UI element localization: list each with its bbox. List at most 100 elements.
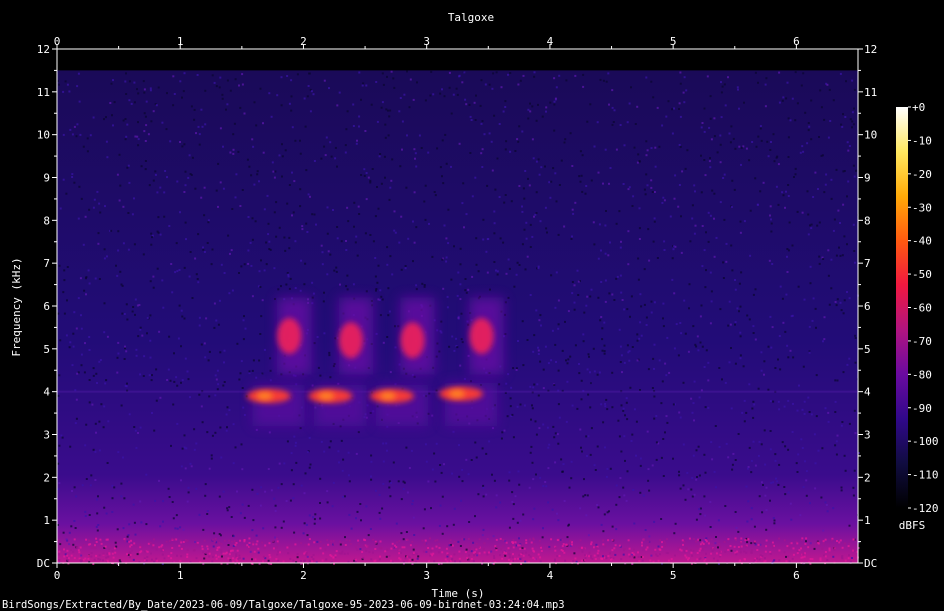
noise-dot bbox=[851, 79, 854, 82]
noise-dot bbox=[757, 454, 760, 457]
noise-dot bbox=[267, 233, 270, 236]
noise-dot bbox=[539, 360, 542, 363]
noise-dot bbox=[262, 151, 265, 154]
noise-dot bbox=[561, 549, 564, 552]
noise-dot bbox=[127, 164, 130, 167]
noise-dot bbox=[833, 218, 836, 221]
noise-dot bbox=[648, 489, 651, 492]
noise-dot bbox=[312, 516, 314, 519]
noise-dot bbox=[512, 553, 514, 556]
noise-dot bbox=[329, 376, 332, 379]
noise-dot bbox=[824, 551, 827, 553]
noise-dot bbox=[678, 144, 681, 146]
noise-dot bbox=[198, 513, 201, 516]
noise-dot bbox=[597, 296, 600, 299]
noise-dot bbox=[449, 539, 452, 542]
noise-dot bbox=[190, 105, 193, 108]
noise-dot bbox=[704, 546, 707, 548]
noise-dot bbox=[294, 441, 297, 444]
noise-dot bbox=[328, 354, 331, 357]
noise-dot bbox=[284, 149, 287, 152]
noise-dot bbox=[548, 545, 551, 548]
noise-dot bbox=[493, 555, 495, 558]
noise-dot bbox=[88, 514, 91, 516]
noise-dot bbox=[713, 117, 716, 120]
noise-dot bbox=[124, 138, 127, 141]
noise-dot bbox=[175, 538, 178, 541]
noise-dot bbox=[666, 336, 669, 339]
noise-dot bbox=[747, 500, 750, 503]
noise-dot bbox=[203, 186, 206, 189]
noise-dot bbox=[703, 453, 706, 456]
noise-dot bbox=[841, 546, 844, 549]
noise-dot bbox=[118, 199, 121, 202]
noise-dot bbox=[690, 488, 693, 491]
noise-dot bbox=[658, 145, 661, 148]
noise-dot bbox=[413, 191, 416, 194]
noise-dot bbox=[739, 559, 741, 562]
noise-dot bbox=[90, 474, 93, 477]
noise-dot bbox=[85, 423, 88, 426]
noise-dot bbox=[627, 263, 630, 266]
noise-dot bbox=[231, 540, 233, 543]
noise-dot bbox=[707, 240, 710, 243]
noise-dot bbox=[654, 548, 657, 551]
noise-dot bbox=[98, 554, 101, 557]
noise-dot bbox=[161, 279, 164, 282]
noise-dot bbox=[647, 368, 650, 371]
noise-dot bbox=[292, 483, 295, 486]
noise-dot bbox=[588, 355, 590, 358]
noise-dot bbox=[358, 71, 361, 74]
noise-dot bbox=[836, 434, 839, 437]
noise-dot bbox=[510, 545, 513, 548]
noise-dot bbox=[585, 435, 588, 438]
file-path-footer: BirdSongs/Extracted/By_Date/2023-06-09/T… bbox=[2, 599, 565, 611]
noise-dot bbox=[345, 240, 347, 242]
noise-dot bbox=[491, 473, 493, 476]
noise-dot bbox=[566, 362, 569, 365]
noise-dot bbox=[104, 545, 107, 548]
noise-dot bbox=[815, 415, 818, 418]
noise-dot bbox=[629, 386, 632, 389]
noise-dot bbox=[376, 281, 379, 284]
noise-dot bbox=[775, 477, 777, 480]
noise-dot bbox=[438, 546, 441, 549]
noise-dot bbox=[769, 400, 772, 403]
noise-dot bbox=[461, 480, 464, 483]
noise-dot bbox=[596, 504, 599, 506]
noise-dot bbox=[463, 377, 466, 380]
noise-dot bbox=[772, 400, 775, 403]
noise-dot bbox=[167, 555, 170, 558]
noise-dot bbox=[477, 270, 480, 273]
noise-dot bbox=[853, 469, 856, 472]
noise-dot bbox=[187, 176, 190, 179]
noise-dot bbox=[252, 519, 255, 522]
noise-dot bbox=[593, 243, 596, 246]
noise-dot bbox=[118, 153, 121, 156]
noise-dot bbox=[737, 433, 740, 435]
noise-dot bbox=[332, 365, 335, 368]
noise-dot bbox=[131, 310, 134, 313]
noise-dot bbox=[114, 551, 117, 554]
noise-dot bbox=[537, 394, 540, 397]
noise-dot bbox=[290, 469, 293, 472]
noise-dot bbox=[508, 552, 511, 555]
noise-dot bbox=[390, 179, 393, 182]
noise-dot bbox=[812, 297, 815, 300]
noise-dot bbox=[750, 551, 753, 554]
noise-dot bbox=[756, 549, 759, 551]
noise-dot bbox=[705, 552, 707, 555]
noise-dot bbox=[455, 87, 458, 90]
noise-dot bbox=[652, 96, 655, 99]
noise-dot bbox=[836, 379, 839, 382]
noise-dot bbox=[587, 353, 590, 356]
noise-dot bbox=[729, 141, 732, 144]
noise-dot bbox=[133, 521, 136, 524]
noise-dot bbox=[687, 350, 690, 353]
noise-dot bbox=[787, 156, 790, 158]
noise-dot bbox=[514, 150, 517, 152]
noise-dot bbox=[453, 349, 456, 352]
noise-dot bbox=[549, 101, 552, 104]
noise-dot bbox=[753, 559, 756, 562]
noise-dot bbox=[808, 325, 811, 328]
